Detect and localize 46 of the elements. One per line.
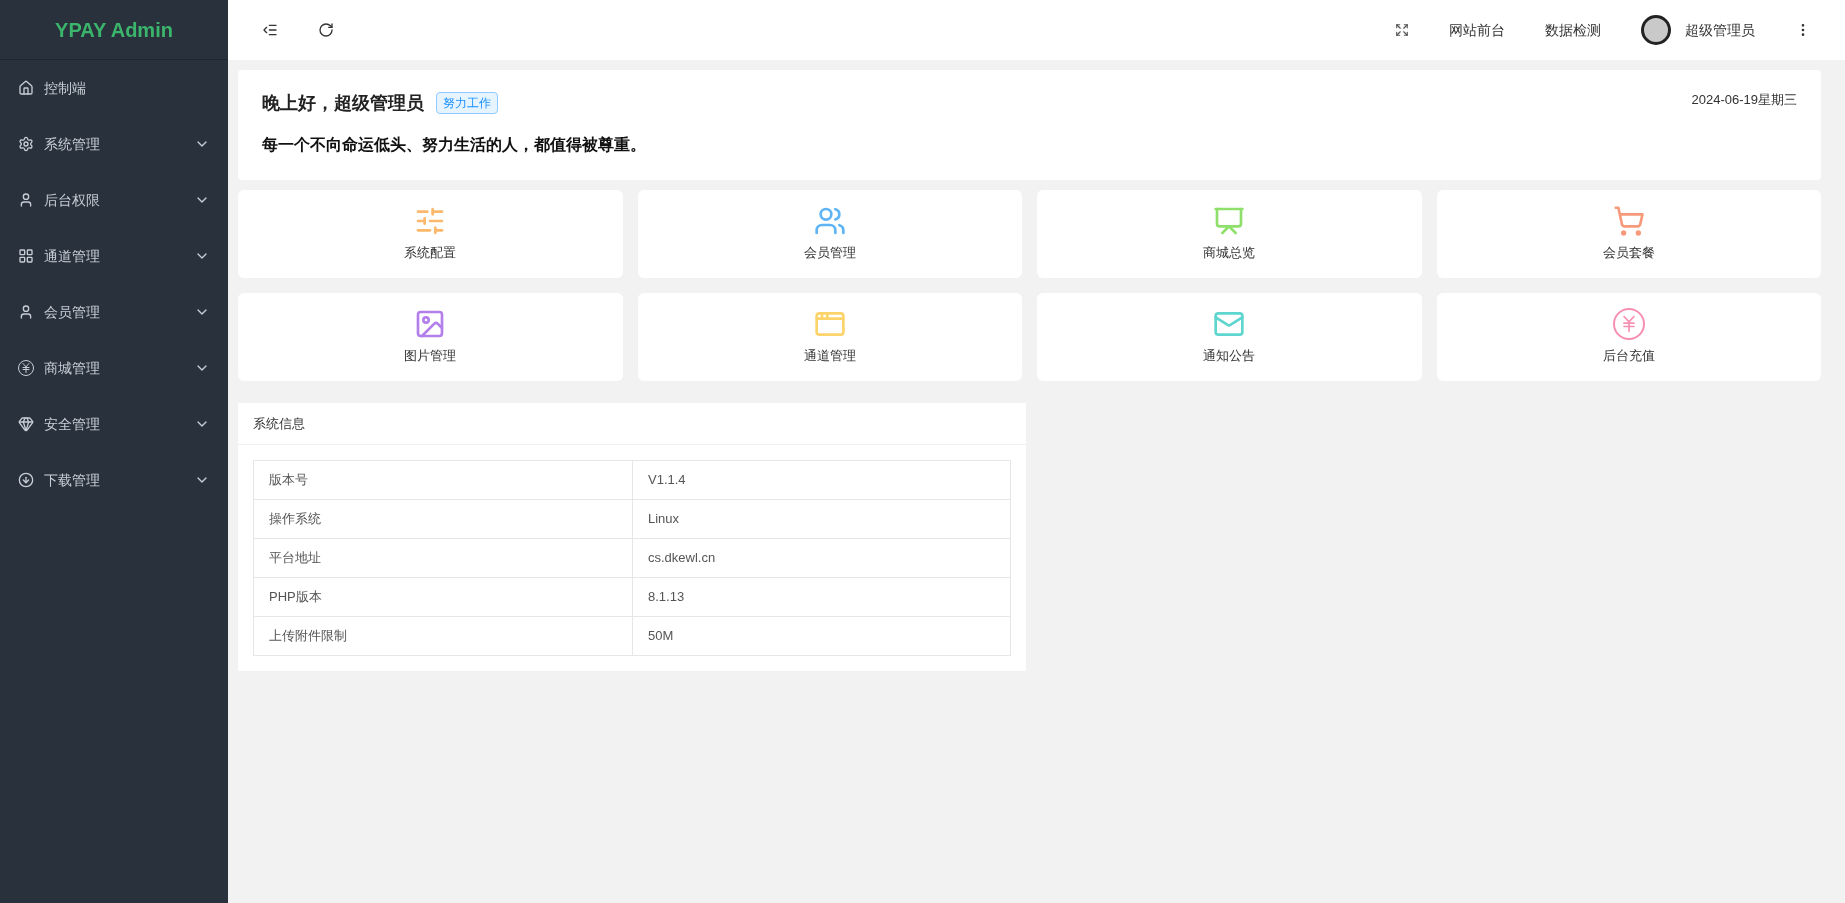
- header-link[interactable]: 数据检测: [1545, 19, 1601, 41]
- user-icon: [18, 304, 34, 320]
- date-text: 2024-06-19星期三: [1691, 91, 1797, 109]
- avatar[interactable]: [1641, 15, 1671, 45]
- shortcut-card[interactable]: 系统配置: [238, 190, 623, 278]
- home-icon: [18, 80, 34, 96]
- table-cell: 8.1.13: [632, 577, 1011, 617]
- table-cell: 上传附件限制: [253, 616, 633, 656]
- user-name[interactable]: 超级管理员: [1685, 19, 1755, 41]
- fullscreen-icon[interactable]: [1395, 23, 1409, 37]
- sidebar-item[interactable]: 商城管理: [0, 340, 228, 396]
- table-cell: cs.dkewl.cn: [632, 538, 1011, 578]
- table-cell: Linux: [632, 499, 1011, 539]
- greeting-title: 晚上好，超级管理员: [262, 92, 424, 115]
- shortcut-card[interactable]: 通道管理: [637, 293, 1022, 381]
- collapse-menu-icon[interactable]: [262, 22, 278, 38]
- sidebar-item[interactable]: 安全管理: [0, 396, 228, 452]
- shortcut-card[interactable]: 会员套餐: [1436, 190, 1821, 278]
- table-cell: V1.1.4: [632, 460, 1011, 500]
- sidebar-item[interactable]: 控制端: [0, 60, 228, 116]
- gear-icon: [18, 136, 34, 152]
- header-link[interactable]: 网站前台: [1449, 19, 1505, 41]
- shortcut-card[interactable]: 商城总览: [1037, 190, 1422, 278]
- table-cell: 版本号: [253, 460, 633, 500]
- sidebar-item[interactable]: 系统管理: [0, 116, 228, 172]
- sidebar-item[interactable]: 通道管理: [0, 228, 228, 284]
- sidebar-item[interactable]: 下载管理: [0, 452, 228, 508]
- grid-icon: [18, 248, 34, 264]
- shortcut-card[interactable]: 后台充值: [1436, 293, 1821, 381]
- table-cell: PHP版本: [253, 577, 633, 617]
- shortcut-card[interactable]: 通知公告: [1037, 293, 1422, 381]
- table-cell: 平台地址: [253, 538, 633, 578]
- user-icon: [18, 192, 34, 208]
- tag: 努力工作: [436, 92, 498, 114]
- table-cell: 50M: [632, 616, 1011, 656]
- sidebar-item[interactable]: 会员管理: [0, 284, 228, 340]
- download-icon: [18, 472, 34, 488]
- table-cell: 操作系统: [253, 499, 633, 539]
- sidebar-item[interactable]: 后台权限: [0, 172, 228, 228]
- refresh-icon[interactable]: [318, 22, 334, 38]
- shortcut-card[interactable]: 会员管理: [637, 190, 1022, 278]
- shortcut-card[interactable]: 图片管理: [238, 293, 623, 381]
- logo-text: YPAY Admin: [55, 17, 173, 43]
- card-title: 系统信息: [253, 414, 305, 433]
- gem-icon: [18, 416, 34, 432]
- motto-text: 每一个不向命运低头、努力生活的人，都值得被尊重。: [262, 135, 647, 155]
